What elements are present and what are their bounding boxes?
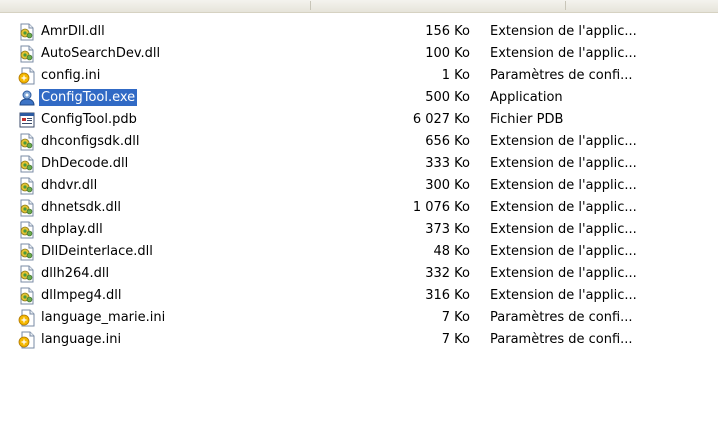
file-size: 333 Ko — [425, 156, 470, 171]
file-name[interactable]: dllh264.dll — [39, 265, 111, 282]
file-type: Extension de l'applic... — [490, 244, 637, 259]
exe-file-icon — [18, 89, 36, 107]
dll-file-icon — [18, 177, 36, 195]
file-row[interactable]: AutoSearchDev.dll 100 Ko Extension de l'… — [0, 43, 718, 65]
file-name[interactable]: language_marie.ini — [39, 309, 167, 326]
file-type: Extension de l'applic... — [490, 24, 637, 39]
file-row[interactable]: config.ini 1 Ko Paramètres de confi... — [0, 65, 718, 87]
ini-file-icon — [18, 309, 36, 327]
file-name[interactable]: DhDecode.dll — [39, 155, 130, 172]
file-type: Extension de l'applic... — [490, 288, 637, 303]
file-size: 656 Ko — [425, 134, 470, 149]
file-type: Application — [490, 90, 563, 105]
file-size: 1 Ko — [441, 68, 470, 83]
file-type: Paramètres de confi... — [490, 68, 633, 83]
dll-file-icon — [18, 45, 36, 63]
file-row[interactable]: language.ini 7 Ko Paramètres de confi... — [0, 329, 718, 351]
file-row[interactable]: ConfigTool.pdb 6 027 Ko Fichier PDB — [0, 109, 718, 131]
dll-file-icon — [18, 133, 36, 151]
dll-file-icon — [18, 23, 36, 41]
file-size: 332 Ko — [425, 266, 470, 281]
file-size: 156 Ko — [425, 24, 470, 39]
column-divider[interactable] — [310, 1, 311, 10]
file-row[interactable]: language_marie.ini 7 Ko Paramètres de co… — [0, 307, 718, 329]
file-row[interactable]: dhdvr.dll 300 Ko Extension de l'applic..… — [0, 175, 718, 197]
file-list: AmrDll.dll 156 Ko Extension de l'applic.… — [0, 21, 718, 351]
file-name[interactable]: language.ini — [39, 331, 123, 348]
dll-file-icon — [18, 199, 36, 217]
file-type: Paramètres de confi... — [490, 332, 633, 347]
file-name[interactable]: config.ini — [39, 67, 102, 84]
file-size: 500 Ko — [425, 90, 470, 105]
column-divider[interactable] — [565, 1, 566, 10]
column-header-bar[interactable] — [0, 0, 718, 13]
file-type: Extension de l'applic... — [490, 134, 637, 149]
dll-file-icon — [18, 287, 36, 305]
file-row[interactable]: ConfigTool.exe 500 Ko Application — [0, 87, 718, 109]
pdb-file-icon — [18, 111, 36, 129]
file-type: Extension de l'applic... — [490, 156, 637, 171]
file-size: 100 Ko — [425, 46, 470, 61]
file-type: Extension de l'applic... — [490, 266, 637, 281]
file-size: 7 Ko — [441, 310, 470, 325]
ini-file-icon — [18, 331, 36, 349]
file-name[interactable]: DllDeinterlace.dll — [39, 243, 155, 260]
file-row[interactable]: dhconfigsdk.dll 656 Ko Extension de l'ap… — [0, 131, 718, 153]
file-name[interactable]: AutoSearchDev.dll — [39, 45, 162, 62]
file-row[interactable]: DllDeinterlace.dll 48 Ko Extension de l'… — [0, 241, 718, 263]
ini-file-icon — [18, 67, 36, 85]
file-name[interactable]: dhdvr.dll — [39, 177, 99, 194]
file-type: Extension de l'applic... — [490, 46, 637, 61]
file-row[interactable]: DhDecode.dll 333 Ko Extension de l'appli… — [0, 153, 718, 175]
dll-file-icon — [18, 221, 36, 239]
file-type: Paramètres de confi... — [490, 310, 633, 325]
dll-file-icon — [18, 155, 36, 173]
file-size: 1 076 Ko — [412, 200, 470, 215]
file-name[interactable]: dllmpeg4.dll — [39, 287, 124, 304]
dll-file-icon — [18, 265, 36, 283]
file-size: 316 Ko — [425, 288, 470, 303]
file-type: Extension de l'applic... — [490, 222, 637, 237]
file-name[interactable]: ConfigTool.exe — [39, 89, 138, 106]
file-size: 6 027 Ko — [412, 112, 470, 127]
file-row[interactable]: dhnetsdk.dll 1 076 Ko Extension de l'app… — [0, 197, 718, 219]
file-size: 7 Ko — [441, 332, 470, 347]
file-row[interactable]: dllh264.dll 332 Ko Extension de l'applic… — [0, 263, 718, 285]
dll-file-icon — [18, 243, 36, 261]
file-name[interactable]: dhnetsdk.dll — [39, 199, 123, 216]
file-type: Fichier PDB — [490, 112, 564, 127]
file-size: 300 Ko — [425, 178, 470, 193]
file-size: 48 Ko — [433, 244, 470, 259]
file-type: Extension de l'applic... — [490, 200, 637, 215]
file-type: Extension de l'applic... — [490, 178, 637, 193]
file-row[interactable]: dhplay.dll 373 Ko Extension de l'applic.… — [0, 219, 718, 241]
file-row[interactable]: AmrDll.dll 156 Ko Extension de l'applic.… — [0, 21, 718, 43]
file-name[interactable]: dhplay.dll — [39, 221, 105, 238]
file-name[interactable]: AmrDll.dll — [39, 23, 107, 40]
file-size: 373 Ko — [425, 222, 470, 237]
file-row[interactable]: dllmpeg4.dll 316 Ko Extension de l'appli… — [0, 285, 718, 307]
file-name[interactable]: dhconfigsdk.dll — [39, 133, 141, 150]
file-name[interactable]: ConfigTool.pdb — [39, 111, 139, 128]
